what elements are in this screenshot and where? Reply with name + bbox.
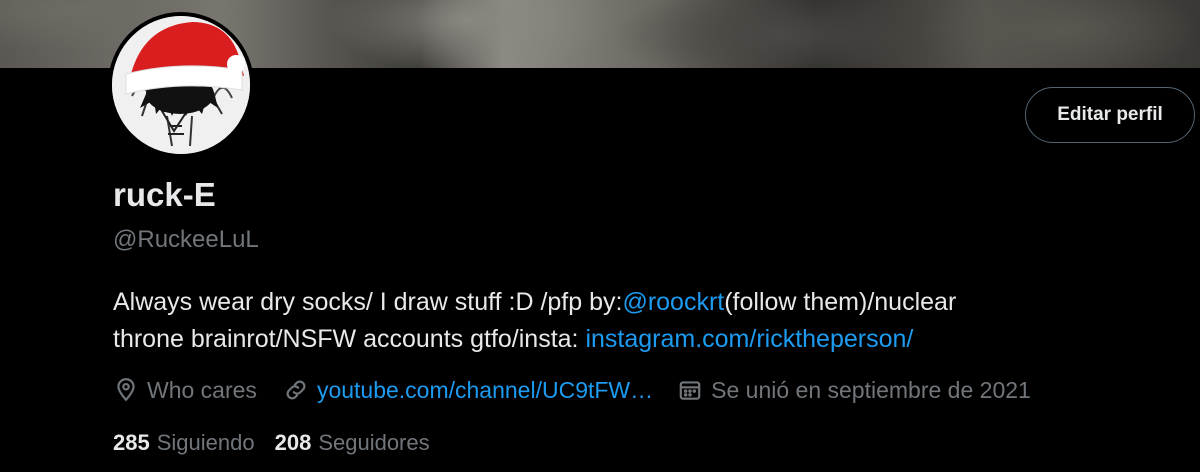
followers-label: Seguidores (318, 430, 430, 455)
joined-date-text: Se unió en septiembre de 2021 (711, 376, 1031, 403)
bio-text: Always wear dry socks/ I draw stuff :D /… (113, 288, 623, 316)
bio-text: throne brainrot/NSFW accounts gtfo/insta… (113, 325, 586, 353)
follow-stats: 285 Siguiendo 208 Seguidores (113, 428, 430, 458)
joined-item: Se unió en septiembre de 2021 (677, 377, 1031, 404)
website-link[interactable]: youtube.com/channel/UC9tFW… (317, 377, 653, 404)
profile-avatar[interactable] (108, 12, 254, 158)
mention-link[interactable]: @roockrt (622, 288, 724, 316)
display-name: ruck-E (113, 176, 216, 213)
location-pin-icon (117, 378, 135, 402)
location-text: Who cares (147, 376, 257, 403)
instagram-link[interactable]: instagram.com/ricktheperson/ (585, 325, 913, 353)
location-item: Who cares (113, 377, 257, 404)
website-item[interactable]: youtube.com/channel/UC9tFW… (283, 377, 653, 404)
bio-line-1: Always wear dry socks/ I draw stuff :D /… (113, 284, 1193, 321)
following-label: Siguiendo (156, 430, 255, 455)
profile-meta: Who cares youtube.com/channel/UC9tFW… Se… (113, 374, 1031, 406)
following-link[interactable]: 285 Siguiendo (113, 430, 255, 456)
edit-profile-button[interactable]: Editar perfil (1025, 87, 1195, 143)
followers-link[interactable]: 208 Seguidores (275, 430, 430, 456)
followers-count: 208 (274, 430, 312, 455)
calendar-icon (679, 381, 701, 400)
username-handle: @RuckeeLuL (113, 226, 259, 253)
following-count: 285 (113, 430, 150, 455)
avatar-image (112, 16, 250, 154)
link-icon (286, 380, 306, 400)
bio-text: (follow them)/nuclear (724, 288, 957, 316)
bio-line-2: throne brainrot/NSFW accounts gtfo/insta… (113, 321, 1193, 358)
profile-bio: Always wear dry socks/ I draw stuff :D /… (113, 284, 1193, 358)
